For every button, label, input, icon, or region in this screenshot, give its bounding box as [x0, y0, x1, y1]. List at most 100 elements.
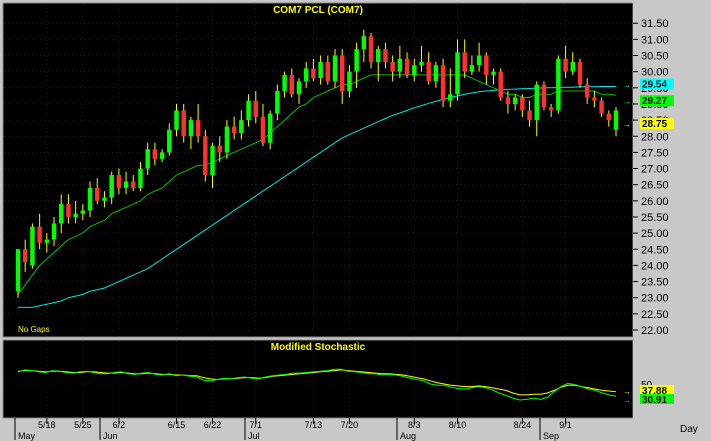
candle-body: [390, 61, 395, 72]
no-gaps-note: No Gaps: [18, 325, 50, 334]
candle-body: [123, 181, 129, 188]
candle-body: [167, 129, 172, 153]
candle-body: [44, 239, 50, 243]
candle-body: [433, 65, 439, 82]
ma-label-value: 29.54: [642, 80, 667, 91]
candle-body: [498, 71, 503, 98]
price-tick-label: 22.50: [641, 309, 669, 321]
price-tick-label: 28.00: [641, 131, 669, 143]
candle-body: [58, 204, 64, 224]
date-tick-label: 6/15: [168, 420, 186, 430]
candle-body: [512, 97, 518, 104]
date-tick-label: 6/2: [113, 420, 126, 430]
candle-body: [397, 58, 403, 72]
candle-body: [246, 100, 251, 121]
month-label: Jun: [103, 431, 118, 441]
price-tick-label: 24.50: [641, 244, 669, 256]
candle-body: [138, 168, 143, 188]
date-tick-label: 5/25: [74, 420, 92, 430]
candle-body: [592, 97, 597, 101]
candle-body: [426, 61, 431, 82]
candle-body: [253, 100, 258, 117]
date-tick-label: 8/10: [449, 420, 467, 430]
ma-label-arrow: →: [623, 97, 631, 106]
candle-body: [570, 61, 576, 72]
candle-body: [476, 55, 482, 66]
date-tick-label: 5/18: [38, 420, 56, 430]
candle-body: [318, 61, 323, 79]
candle-body: [174, 110, 179, 130]
candle-body: [361, 36, 367, 50]
candle-body: [383, 49, 388, 62]
candle-body: [116, 175, 122, 188]
candle-body: [368, 36, 374, 62]
candle-body: [440, 65, 446, 101]
price-tick-label: 22.00: [641, 325, 669, 337]
ma-label-value: 29.27: [642, 96, 667, 107]
candle-body: [239, 120, 244, 134]
candle-body: [505, 97, 511, 104]
candle-body: [145, 149, 150, 169]
ma-label-arrow: →: [623, 120, 631, 129]
date-tick-label: 6/22: [204, 420, 222, 430]
price-tick-label: 26.50: [641, 180, 669, 192]
period-label: Day: [680, 424, 698, 435]
price-tick-label: 25.00: [641, 228, 669, 240]
candle-body: [224, 126, 230, 153]
price-tick-label: 25.50: [641, 212, 669, 224]
candle-body: [66, 204, 71, 217]
ma-label-value: 28.75: [642, 119, 667, 130]
candle-body: [491, 71, 496, 75]
candle-body: [188, 120, 194, 137]
price-tick-label: 24.00: [641, 260, 669, 272]
candle-body: [311, 68, 316, 79]
candle-body: [260, 116, 266, 143]
candle-body: [469, 65, 475, 72]
candle-body: [159, 152, 165, 159]
candle-body: [448, 94, 453, 101]
chart-window: 31.5031.0030.5030.0029.5029.0028.5028.00…: [0, 0, 711, 441]
candle-body: [527, 110, 532, 121]
candle-body: [354, 49, 359, 72]
candle-body: [599, 100, 604, 114]
candle-body: [80, 210, 86, 214]
candle-body: [210, 145, 215, 175]
stoch-label-arrow: →: [623, 387, 631, 396]
stock-chart: 31.5031.0030.5030.0029.5029.0028.5028.00…: [2, 2, 707, 441]
candle-body: [520, 97, 525, 111]
month-label: Sep: [543, 431, 559, 441]
candle-body: [87, 187, 93, 211]
date-tick-label: 7/20: [341, 420, 359, 430]
candle-body: [332, 55, 338, 82]
candle-body: [109, 175, 114, 198]
stochastic-axis-area: [633, 340, 707, 418]
candle-body: [181, 110, 186, 137]
candle-body: [303, 68, 309, 82]
date-tick-label: 8/24: [514, 420, 532, 430]
candle-body: [289, 74, 295, 95]
candle-body: [51, 223, 57, 240]
candle-body: [275, 91, 280, 114]
candle-body: [556, 58, 561, 111]
candle-body: [484, 55, 489, 75]
stoch-label-arrow: →: [623, 396, 631, 405]
price-chart-title: COM7 PCL (COM7): [273, 5, 363, 16]
candle-body: [548, 107, 554, 111]
date-tick-label: 9/1: [559, 420, 572, 430]
candle-body: [15, 249, 21, 292]
stochastic-title: Modified Stochastic: [271, 342, 366, 353]
date-tick-label: 8/3: [408, 420, 421, 430]
candle-body: [563, 58, 568, 72]
candle-body: [404, 58, 410, 75]
candle-body: [231, 126, 237, 134]
date-tick-label: 7/1: [250, 420, 263, 430]
candle-body: [412, 65, 417, 75]
price-tick-label: 26.00: [641, 196, 669, 208]
month-label: May: [18, 431, 36, 441]
price-tick-label: 31.00: [641, 34, 669, 46]
candle-body: [37, 226, 42, 243]
date-tick-label: 7/13: [305, 420, 323, 430]
candle-body: [30, 226, 35, 266]
price-panel: [2, 2, 634, 338]
price-tick-label: 30.00: [641, 67, 669, 79]
